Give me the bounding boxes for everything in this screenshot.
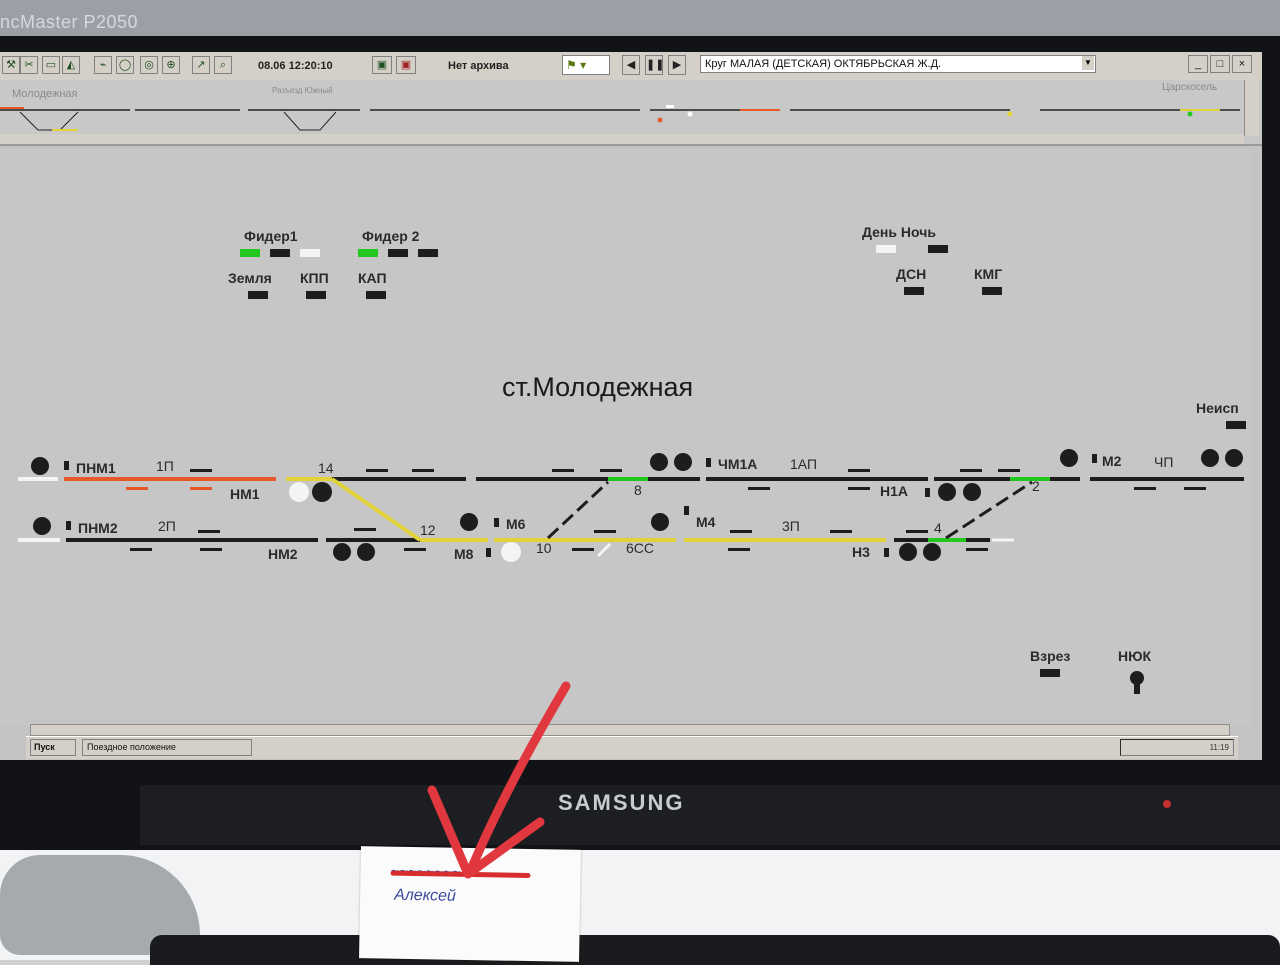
- track-6ss: [596, 542, 612, 558]
- overview-strip[interactable]: Молодежная Разъезд Южный Царскосель: [0, 80, 1262, 146]
- switch-10[interactable]: 10: [536, 540, 552, 556]
- maximize-button[interactable]: □: [1210, 55, 1230, 73]
- power-led-icon: [1163, 800, 1171, 808]
- track-label-3p: 3П: [782, 518, 800, 534]
- circuit-select[interactable]: Круг МАЛАЯ (ДЕТСКАЯ) ОКТЯБРЬСКАЯ Ж.Д.: [700, 55, 1096, 73]
- close-button[interactable]: ×: [1232, 55, 1252, 73]
- minimize-button[interactable]: _: [1188, 55, 1208, 73]
- overview-map: [0, 105, 1240, 131]
- switch-4[interactable]: 4: [934, 520, 942, 536]
- screen: ⚒ ✂ ▭ ◭ ⌁ ◯ ◎ ⊕ ↗ ⌕ 08.06 12:20:10 ▣ ▣ Н…: [0, 52, 1262, 760]
- monitor-icon[interactable]: ▭: [42, 56, 60, 74]
- track-label-1p: 1П: [156, 458, 174, 474]
- monitor-brand: SAMSUNG: [558, 790, 685, 815]
- track-label-6ss: 6СС: [626, 540, 655, 556]
- link-icon[interactable]: ⌁: [94, 56, 112, 74]
- signal-m2[interactable]: М2: [1102, 453, 1121, 469]
- nav-prev-button[interactable]: ◀: [622, 55, 640, 75]
- taskbar-window-button[interactable]: Поездное положение: [82, 739, 252, 756]
- chevron-down-icon[interactable]: ▼: [1082, 56, 1094, 70]
- signal-nm2[interactable]: НМ2: [268, 546, 298, 562]
- alarm-icon[interactable]: ▣: [396, 56, 416, 74]
- clock-time: 08.06 12:20:10: [258, 60, 333, 72]
- nav-pause-button[interactable]: ❚❚: [645, 55, 664, 75]
- system-tray-clock[interactable]: 11:19: [1120, 739, 1234, 756]
- track-label-1ap: 1АП: [790, 456, 818, 472]
- toolbar: ⚒ ✂ ▭ ◭ ⌁ ◯ ◎ ⊕ ↗ ⌕ 08.06 12:20:10 ▣ ▣ Н…: [0, 52, 1262, 81]
- pointer-icon[interactable]: ↗: [192, 56, 210, 74]
- signal-n3[interactable]: Н3: [852, 544, 870, 560]
- signal-pnm2[interactable]: ПНМ2: [78, 520, 118, 536]
- switch-2[interactable]: 2: [1032, 478, 1040, 494]
- switch-8[interactable]: 8: [634, 482, 642, 498]
- overview-vertical-scrollbar[interactable]: [1244, 80, 1259, 136]
- note-name: Алексей: [393, 886, 457, 905]
- sticky-note: ~~~~~~~~ Алексей: [359, 846, 581, 962]
- nyuk-key-icon: [1130, 671, 1144, 694]
- archive-status: Нет архива: [448, 60, 509, 72]
- flag-select[interactable]: ⚑ ▾: [562, 55, 610, 75]
- train-icon[interactable]: ▣: [372, 56, 392, 74]
- track-layout: [18, 449, 1244, 694]
- crossover-4-2: [945, 480, 1033, 540]
- signal-m6[interactable]: М6: [506, 516, 525, 532]
- monitor-chin: [140, 785, 1280, 845]
- start-button[interactable]: Пуск: [30, 739, 76, 756]
- keyboard: [150, 935, 1280, 965]
- ellipse-icon[interactable]: ◯: [116, 56, 134, 74]
- signal-n1a[interactable]: Н1А: [880, 483, 908, 499]
- vzrez-indicator: [1040, 669, 1060, 677]
- signal-pnm1[interactable]: ПНМ1: [76, 460, 116, 476]
- switch-12[interactable]: 12: [420, 522, 436, 538]
- zoom-icon[interactable]: ⌕: [214, 56, 232, 74]
- crossover-10-8: [546, 480, 610, 540]
- nav-next-button[interactable]: ▶: [668, 55, 686, 75]
- scissors-icon[interactable]: ✂: [20, 56, 38, 74]
- switch-14[interactable]: 14: [318, 460, 334, 476]
- horizontal-scrollbar[interactable]: [30, 724, 1230, 736]
- tools-icon[interactable]: ⚒: [2, 56, 20, 74]
- signal-m4[interactable]: М4: [696, 514, 715, 530]
- track-label-2p: 2П: [158, 518, 176, 534]
- signal-m8[interactable]: М8: [454, 546, 473, 562]
- globe-icon[interactable]: ⊕: [162, 56, 180, 74]
- nyuk-label[interactable]: НЮК: [1118, 648, 1151, 664]
- signal-nm1[interactable]: НМ1: [230, 486, 260, 502]
- track-label-chp: ЧП: [1154, 454, 1174, 470]
- vzrez-label: Взрез: [1030, 648, 1071, 664]
- taskbar: Пуск Поездное положение 11:19: [26, 736, 1238, 759]
- ring-icon[interactable]: ◎: [140, 56, 158, 74]
- wall-label: ncMaster P2050: [0, 12, 139, 32]
- signal-chm1a[interactable]: ЧМ1А: [718, 456, 757, 472]
- station-diagram: Фидер1 Фидер 2 Земля КПП КАП День Ночь Д…: [0, 148, 1252, 726]
- chart-icon[interactable]: ◭: [62, 56, 80, 74]
- overview-horizontal-scrollbar[interactable]: [0, 134, 1244, 144]
